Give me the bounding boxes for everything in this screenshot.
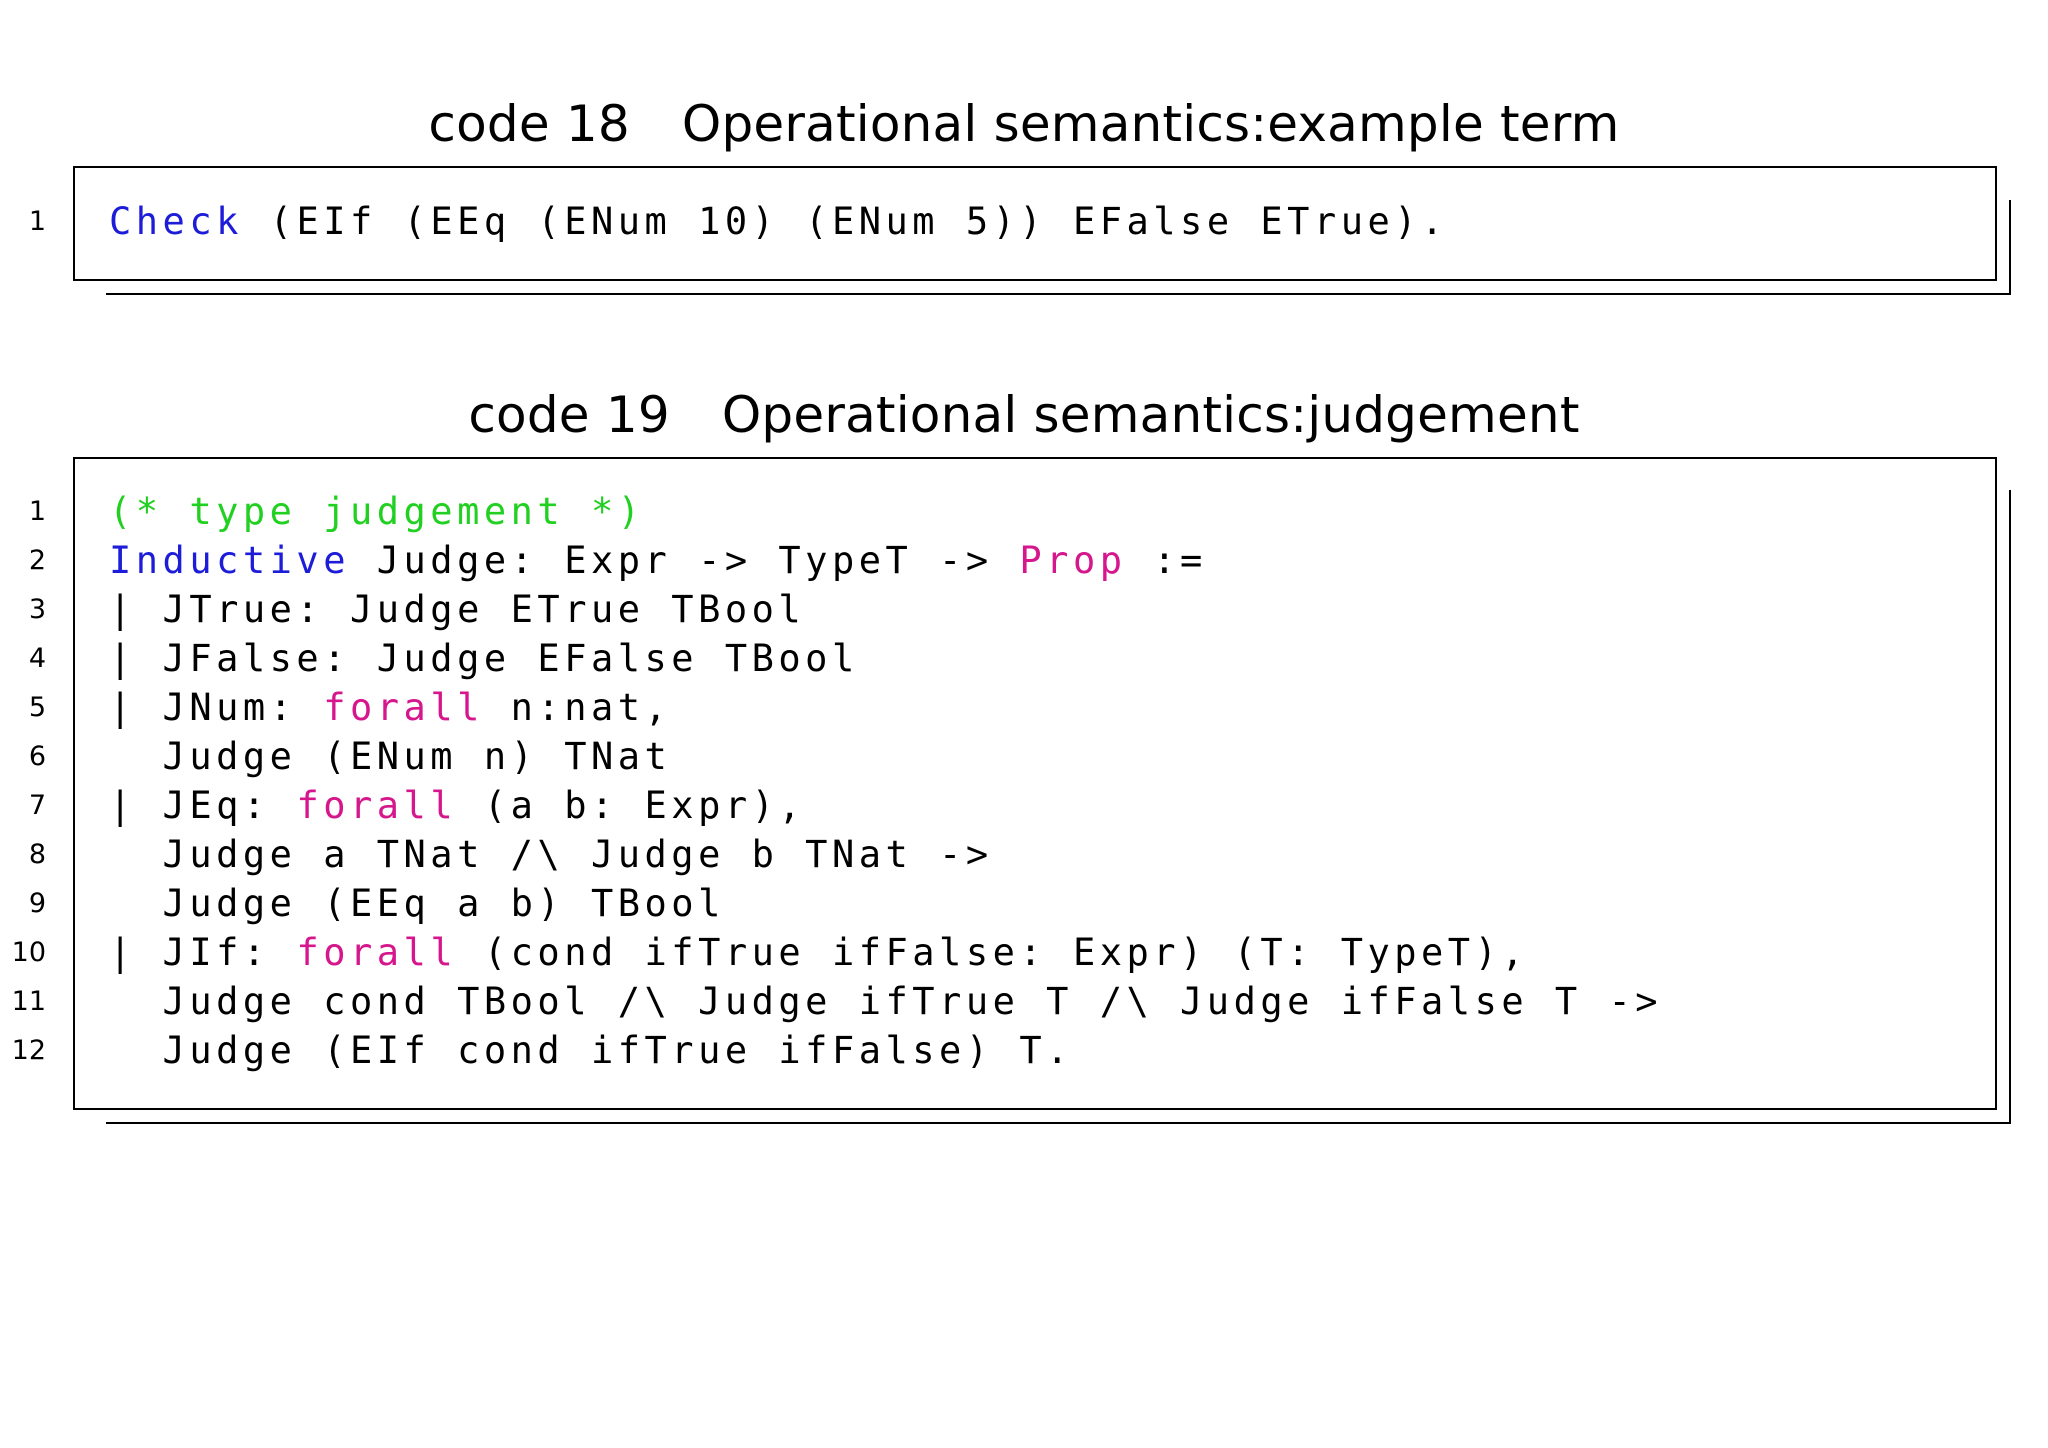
- code-text: Inductive Judge: Expr -> TypeT -> Prop :…: [109, 536, 1207, 585]
- code-plain: | JTrue: Judge ETrue TBool: [109, 588, 806, 631]
- caption-number: code 18: [428, 95, 630, 153]
- code-type: Prop: [1019, 539, 1127, 582]
- code-text: Check (EIf (EEq (ENum 10) (ENum 5)) EFal…: [109, 197, 1448, 246]
- code-text: Judge (ENum n) TNat: [109, 732, 671, 781]
- code-plain: | JEq:: [109, 784, 297, 827]
- code-line: 9 Judge (EEq a b) TBool: [0, 879, 2048, 928]
- code-plain: | JNum:: [109, 686, 324, 729]
- code-line: 1 (* type judgement *): [0, 487, 2048, 536]
- code-line: 2 Inductive Judge: Expr -> TypeT -> Prop…: [0, 536, 2048, 585]
- code-plain: :=: [1126, 539, 1207, 582]
- code-text: | JIf: forall (cond ifTrue ifFalse: Expr…: [109, 928, 1528, 977]
- line-number: 10: [11, 937, 46, 968]
- code-line: 3 | JTrue: Judge ETrue TBool: [0, 585, 2048, 634]
- code-type: forall: [296, 931, 458, 974]
- caption-title: Operational semantics:judgement: [721, 386, 1580, 444]
- listing-caption: code 19 Operational semantics:judgement: [0, 385, 2048, 445]
- code-plain: Judge a TNat /\ Judge b TNat ->: [109, 833, 993, 876]
- listing-caption: code 18 Operational semantics:example ter…: [0, 94, 2048, 154]
- code-text: | JFalse: Judge EFalse TBool: [109, 634, 859, 683]
- line-number: 9: [28, 888, 46, 919]
- code-plain: Judge (ENum n) TNat: [109, 735, 672, 778]
- code-plain: Judge: Expr -> TypeT ->: [349, 539, 1020, 582]
- line-number: 3: [28, 594, 46, 625]
- code-line: 10 | JIf: forall (cond ifTrue ifFalse: E…: [0, 928, 2048, 977]
- caption-number: code 19: [468, 386, 670, 444]
- code-line: 1 Check (EIf (EEq (ENum 10) (ENum 5)) EF…: [0, 197, 2048, 246]
- line-number: 11: [11, 986, 46, 1017]
- code-plain: (a b: Expr),: [457, 784, 806, 827]
- code-plain: Judge (EIf cond ifTrue ifFalse) T.: [109, 1029, 1073, 1072]
- code-text: | JTrue: Judge ETrue TBool: [109, 585, 805, 634]
- line-number: 12: [11, 1035, 46, 1066]
- code-text: Judge (EIf cond ifTrue ifFalse) T.: [109, 1026, 1073, 1075]
- code-keyword: Check: [109, 200, 243, 243]
- frame-shadow-bottom: [106, 1122, 2011, 1124]
- code-comment: (* type judgement *): [109, 490, 645, 533]
- code-text: (* type judgement *): [109, 487, 645, 536]
- code-type: forall: [296, 784, 458, 827]
- line-number: 1: [28, 206, 46, 237]
- code-text: Judge cond TBool /\ Judge ifTrue T /\ Ju…: [109, 977, 1662, 1026]
- code-text: | JEq: forall (a b: Expr),: [109, 781, 805, 830]
- code-plain: | JIf:: [109, 931, 297, 974]
- code-plain: Judge (EEq a b) TBool: [109, 882, 725, 925]
- code-plain: | JFalse: Judge EFalse TBool: [109, 637, 859, 680]
- line-number: 6: [28, 741, 46, 772]
- code-type: forall: [323, 686, 484, 729]
- code-line: 11 Judge cond TBool /\ Judge ifTrue T /\…: [0, 977, 2048, 1026]
- line-number: 8: [28, 839, 46, 870]
- line-number: 2: [28, 545, 46, 576]
- code-line: 8 Judge a TNat /\ Judge b TNat ->: [0, 830, 2048, 879]
- caption-title: Operational semantics:example term: [681, 95, 1620, 153]
- line-number: 4: [28, 643, 46, 674]
- code-text: | JNum: forall n:nat,: [109, 683, 671, 732]
- code-line: 5 | JNum: forall n:nat,: [0, 683, 2048, 732]
- code-plain: (EIf (EEq (ENum 10) (ENum 5)) EFalse ETr…: [242, 200, 1448, 243]
- line-number: 5: [28, 692, 46, 723]
- code-plain: Judge cond TBool /\ Judge ifTrue T /\ Ju…: [109, 980, 1663, 1023]
- code-line: 12 Judge (EIf cond ifTrue ifFalse) T.: [0, 1026, 2048, 1075]
- code-keyword: Inductive: [109, 539, 350, 582]
- code-line: 6 Judge (ENum n) TNat: [0, 732, 2048, 781]
- code-plain: (cond ifTrue ifFalse: Expr) (T: TypeT),: [457, 931, 1529, 974]
- line-number: 7: [28, 790, 46, 821]
- frame-shadow-bottom: [106, 293, 2011, 295]
- code-plain: n:nat,: [483, 686, 672, 729]
- code-line: 4 | JFalse: Judge EFalse TBool: [0, 634, 2048, 683]
- code-text: Judge (EEq a b) TBool: [109, 879, 725, 928]
- code-text: Judge a TNat /\ Judge b TNat ->: [109, 830, 993, 879]
- code-line: 7 | JEq: forall (a b: Expr),: [0, 781, 2048, 830]
- line-number: 1: [28, 496, 46, 527]
